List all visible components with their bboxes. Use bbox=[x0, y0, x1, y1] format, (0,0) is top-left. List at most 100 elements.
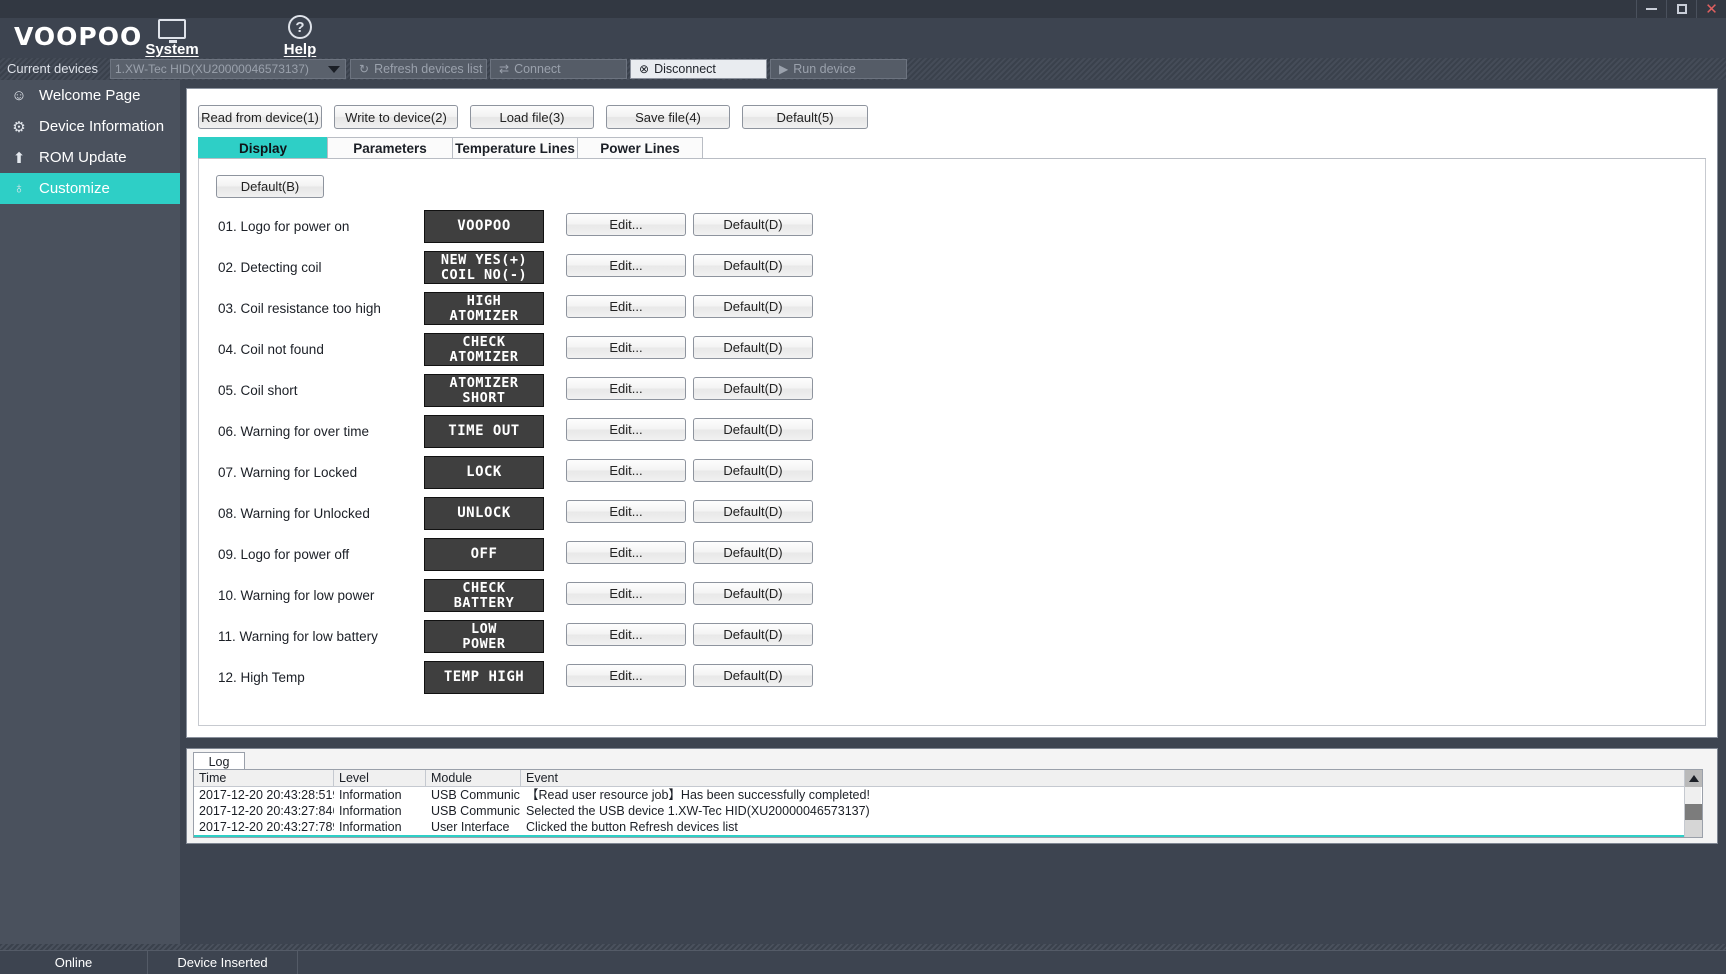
edit-button[interactable]: Edit... bbox=[566, 664, 686, 687]
scrollbar-track[interactable] bbox=[1685, 804, 1702, 837]
gear-icon: ⚙ bbox=[12, 118, 26, 136]
row-default-button[interactable]: Default(D) bbox=[693, 541, 813, 564]
pin-icon: ♁ bbox=[13, 180, 25, 197]
lcd-line-1: LOCK bbox=[466, 464, 502, 480]
refresh-devices-button[interactable]: ↻ Refresh devices list bbox=[350, 59, 487, 79]
column-header-event[interactable]: Event bbox=[521, 770, 1702, 786]
row-default-button[interactable]: Default(D) bbox=[693, 623, 813, 646]
table-row: 03. Coil resistance too high HIGH ATOMIZ… bbox=[199, 289, 1705, 330]
lcd-preview: CHECK BATTERY bbox=[424, 579, 544, 612]
scroll-up-button[interactable] bbox=[1685, 770, 1702, 787]
row-default-button[interactable]: Default(D) bbox=[693, 500, 813, 523]
tab-log[interactable]: Log bbox=[193, 752, 245, 770]
lcd-preview: UNLOCK bbox=[424, 497, 544, 530]
menu-item-system[interactable]: System bbox=[122, 6, 222, 58]
column-header-module[interactable]: Module bbox=[426, 770, 521, 786]
row-default-button[interactable]: Default(D) bbox=[693, 459, 813, 482]
edit-button[interactable]: Edit... bbox=[566, 213, 686, 236]
lcd-line-2: COIL NO(-) bbox=[440, 266, 528, 283]
row-default-button[interactable]: Default(D) bbox=[693, 582, 813, 605]
table-row: 09. Logo for power off OFF Edit... Defau… bbox=[199, 535, 1705, 576]
tab-display[interactable]: Display bbox=[198, 137, 328, 159]
edit-button[interactable]: Edit... bbox=[566, 582, 686, 605]
run-device-button[interactable]: ▶ Run device bbox=[770, 59, 907, 79]
current-devices-label: Current devices bbox=[7, 61, 99, 76]
lcd-line-2: ATOMIZER bbox=[449, 307, 519, 324]
tab-parameters[interactable]: Parameters bbox=[327, 137, 453, 159]
table-row: 06. Warning for over time TIME OUT Edit.… bbox=[199, 412, 1705, 453]
lcd-preview: LOW POWER bbox=[424, 620, 544, 653]
lcd-line-1: NEW YES(+) bbox=[440, 251, 528, 268]
edit-button[interactable]: Edit... bbox=[566, 336, 686, 359]
sidebar-item-customize[interactable]: ♁ Customize bbox=[0, 173, 180, 204]
column-header-time[interactable]: Time bbox=[194, 770, 334, 786]
status-device-inserted: Device Inserted bbox=[148, 950, 298, 974]
log-row[interactable]: 2017-12-20 20:43:27:680 Information User… bbox=[194, 835, 1702, 837]
sidebar-item-device-information[interactable]: ⚙ Device Information bbox=[0, 111, 180, 142]
edit-button[interactable]: Edit... bbox=[566, 541, 686, 564]
row-default-button[interactable]: Default(D) bbox=[693, 254, 813, 277]
edit-button[interactable]: Edit... bbox=[566, 254, 686, 277]
log-row[interactable]: 2017-12-20 20:43:27:846 Information USB … bbox=[194, 803, 1702, 819]
save-file-button[interactable]: Save file(4) bbox=[606, 105, 730, 129]
scrollbar-thumb[interactable] bbox=[1685, 804, 1702, 820]
default-b-button[interactable]: Default(B) bbox=[216, 175, 324, 198]
edit-button[interactable]: Edit... bbox=[566, 623, 686, 646]
disconnect-button[interactable]: ⊗ Disconnect bbox=[630, 59, 767, 79]
row-default-button[interactable]: Default(D) bbox=[693, 377, 813, 400]
app-header: VOOPOO System ? Help bbox=[0, 15, 1726, 58]
log-row[interactable]: 2017-12-20 20:43:27:789 Information User… bbox=[194, 819, 1702, 835]
column-header-level[interactable]: Level bbox=[334, 770, 426, 786]
tab-temperature-lines[interactable]: Temperature Lines bbox=[452, 137, 578, 159]
log-cell-level: Information bbox=[334, 835, 426, 837]
device-select[interactable]: 1.XW-Tec HID(XU20000046573137) bbox=[110, 59, 346, 79]
log-cell-event: Clicked the button Refresh devices list bbox=[521, 835, 1702, 837]
menu-item-system-label: System bbox=[145, 41, 199, 58]
close-button[interactable]: ✕ bbox=[1696, 0, 1726, 18]
edit-button[interactable]: Edit... bbox=[566, 500, 686, 523]
lcd-line-1: HIGH bbox=[466, 292, 502, 309]
read-from-device-button[interactable]: Read from device(1) bbox=[198, 105, 322, 129]
edit-button[interactable]: Edit... bbox=[566, 418, 686, 441]
table-row: 04. Coil not found CHECK ATOMIZER Edit..… bbox=[199, 330, 1705, 371]
chevron-down-icon bbox=[328, 66, 340, 73]
log-panel: Log Time Level Module Event 2017-12-20 2… bbox=[186, 748, 1718, 844]
sidebar: ☺ Welcome Page ⚙ Device Information ⬆ RO… bbox=[0, 80, 180, 950]
disconnect-label: Disconnect bbox=[654, 62, 716, 76]
table-row: 10. Warning for low power CHECK BATTERY … bbox=[199, 576, 1705, 617]
row-default-button[interactable]: Default(D) bbox=[693, 213, 813, 236]
row-default-button[interactable]: Default(D) bbox=[693, 664, 813, 687]
edit-button[interactable]: Edit... bbox=[566, 377, 686, 400]
sidebar-item-welcome-page[interactable]: ☺ Welcome Page bbox=[0, 80, 180, 111]
row-default-button[interactable]: Default(D) bbox=[693, 418, 813, 441]
smiley-icon: ☺ bbox=[11, 87, 27, 104]
load-file-button[interactable]: Load file(3) bbox=[470, 105, 594, 129]
main-panel: Read from device(1) Write to device(2) L… bbox=[186, 88, 1718, 738]
menu-item-help[interactable]: ? Help bbox=[250, 6, 350, 58]
log-cell-level: Information bbox=[339, 820, 402, 834]
log-row[interactable]: 2017-12-20 20:43:28:519 Information USB … bbox=[194, 787, 1702, 803]
minimize-button[interactable] bbox=[1636, 0, 1666, 18]
row-default-button[interactable]: Default(D) bbox=[693, 295, 813, 318]
tab-power-lines[interactable]: Power Lines bbox=[577, 137, 703, 159]
write-to-device-button[interactable]: Write to device(2) bbox=[334, 105, 458, 129]
edit-button[interactable]: Edit... bbox=[566, 459, 686, 482]
default-5-button[interactable]: Default(5) bbox=[742, 105, 868, 129]
log-vertical-scrollbar[interactable] bbox=[1684, 770, 1702, 837]
sidebar-item-rom-update[interactable]: ⬆ ROM Update bbox=[0, 142, 180, 173]
run-device-label: Run device bbox=[793, 62, 856, 76]
table-row: 07. Warning for Locked LOCK Edit... Defa… bbox=[199, 453, 1705, 494]
row-label: 12. High Temp bbox=[218, 670, 305, 685]
edit-button[interactable]: Edit... bbox=[566, 295, 686, 318]
row-label: 01. Logo for power on bbox=[218, 219, 350, 234]
lcd-line-2: BATTERY bbox=[453, 594, 515, 611]
maximize-button[interactable] bbox=[1666, 0, 1696, 18]
row-default-button[interactable]: Default(D) bbox=[693, 336, 813, 359]
close-icon: ✕ bbox=[1705, 0, 1718, 18]
question-circle-icon: ? bbox=[288, 15, 312, 39]
table-row: 12. High Temp TEMP HIGH Edit... Default(… bbox=[199, 658, 1705, 699]
row-label: 02. Detecting coil bbox=[218, 260, 322, 275]
connect-button[interactable]: ⇄ Connect bbox=[490, 59, 627, 79]
window-controls: ✕ bbox=[1636, 0, 1726, 18]
log-cell-module: USB Communic... bbox=[431, 804, 521, 818]
